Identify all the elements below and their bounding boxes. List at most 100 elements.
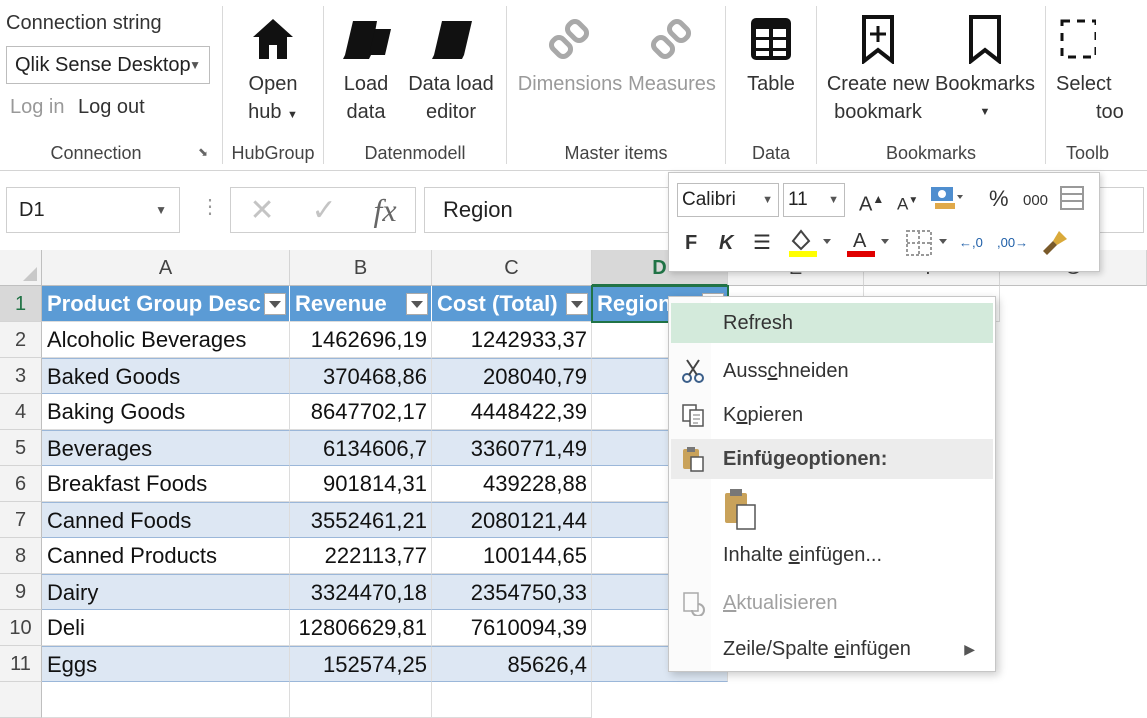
copy-menu-item[interactable]: Kopieren <box>671 395 993 435</box>
create-bookmark-button[interactable]: Create new bookmark <box>823 8 933 126</box>
product-cell[interactable]: Alcoholic Beverages <box>42 322 290 358</box>
cost-cell[interactable]: 7610094,39 <box>432 610 592 646</box>
product-cell[interactable]: Deli <box>42 610 290 646</box>
increase-font-icon[interactable]: A▲ <box>859 185 884 219</box>
revenue-cell[interactable]: 1462696,19 <box>290 322 432 358</box>
more-options-icon[interactable]: ⋮ <box>200 194 220 219</box>
font-size-select[interactable]: 11 ▼ <box>783 183 845 217</box>
italic-button[interactable]: K <box>719 229 733 257</box>
revenue-cell[interactable]: 152574,25 <box>290 646 432 682</box>
paste-button[interactable] <box>671 483 993 533</box>
product-cell[interactable]: Eggs <box>42 646 290 682</box>
enter-icon[interactable]: ✓ <box>311 193 336 228</box>
cost-cell[interactable]: 2080121,44 <box>432 502 592 538</box>
master-items-group-label: Master items <box>564 143 668 163</box>
row-number[interactable]: 5 <box>0 430 42 466</box>
revenue-cell[interactable]: 8647702,17 <box>290 394 432 430</box>
accounting-format-icon[interactable] <box>929 183 965 221</box>
row-number[interactable]: 8 <box>0 538 42 574</box>
column-header-c[interactable]: C <box>432 250 592 286</box>
row-number[interactable] <box>0 682 42 718</box>
open-hub-button[interactable]: Open hub ▼ <box>233 8 313 129</box>
product-cell[interactable]: Breakfast Foods <box>42 466 290 502</box>
product-cell[interactable]: Beverages <box>42 430 290 466</box>
cost-cell[interactable]: 439228,88 <box>432 466 592 502</box>
bookmark-icon <box>933 8 1037 70</box>
borders-icon[interactable] <box>903 227 949 267</box>
refresh-menu-item[interactable]: Refresh <box>671 303 993 343</box>
header-cell-product-group[interactable]: Product Group Desc <box>42 286 290 322</box>
increase-decimal-icon[interactable]: ←,0 <box>959 229 983 257</box>
row-number[interactable]: 11 <box>0 646 42 682</box>
revenue-cell[interactable]: 3552461,21 <box>290 502 432 538</box>
percent-style-button[interactable]: % <box>989 185 1009 213</box>
login-button[interactable]: Log in <box>10 96 65 119</box>
row-number[interactable]: 1 <box>0 286 42 322</box>
decrease-font-icon[interactable]: A▼ <box>897 187 918 219</box>
cost-cell[interactable]: 2354750,33 <box>432 574 592 610</box>
cut-menu-item[interactable]: Ausschneiden <box>671 351 993 391</box>
row-number[interactable]: 2 <box>0 322 42 358</box>
revenue-cell[interactable]: 12806629,81 <box>290 610 432 646</box>
table-format-icon[interactable] <box>1059 185 1085 219</box>
product-cell[interactable]: Canned Products <box>42 538 290 574</box>
create-bookmark-label-2: bookmark <box>834 101 922 123</box>
column-header-a[interactable]: A <box>42 250 290 286</box>
product-cell[interactable]: Baked Goods <box>42 358 290 394</box>
header-cell-cost[interactable]: Cost (Total) <box>432 286 592 322</box>
font-color-icon[interactable]: A <box>845 227 891 267</box>
row-number[interactable]: 3 <box>0 358 42 394</box>
font-select[interactable]: Calibri ▼ <box>677 183 779 217</box>
cost-cell[interactable]: 3360771,49 <box>432 430 592 466</box>
cost-cell[interactable]: 85626,4 <box>432 646 592 682</box>
row-number[interactable]: 10 <box>0 610 42 646</box>
align-center-icon[interactable]: ☰ <box>753 229 771 257</box>
load-data-button[interactable]: Load data <box>336 8 396 126</box>
fill-color-icon[interactable] <box>787 227 833 267</box>
filter-dropdown-button[interactable] <box>406 293 428 315</box>
filter-dropdown-button[interactable] <box>264 293 286 315</box>
logout-button[interactable]: Log out <box>78 96 145 119</box>
bookmarks-button[interactable]: Bookmarks ▼ <box>933 8 1037 126</box>
insert-row-column-menu-item[interactable]: Zeile/Spalte einfügen ▶ <box>671 629 993 669</box>
connection-select[interactable]: Qlik Sense Desktop ▼ <box>6 46 210 84</box>
product-cell[interactable]: Dairy <box>42 574 290 610</box>
select-tool-button[interactable]: Select too <box>1056 8 1136 126</box>
product-cell[interactable]: Baking Goods <box>42 394 290 430</box>
revenue-cell[interactable]: 6134606,7 <box>290 430 432 466</box>
cost-cell[interactable]: 4448422,39 <box>432 394 592 430</box>
column-header-b[interactable]: B <box>290 250 432 286</box>
row-number[interactable]: 6 <box>0 466 42 502</box>
cost-cell[interactable]: 1242933,37 <box>432 322 592 358</box>
bold-button[interactable]: F <box>685 229 697 257</box>
revenue-cell[interactable]: 222113,77 <box>290 538 432 574</box>
row-number[interactable]: 4 <box>0 394 42 430</box>
cancel-icon[interactable]: ✕ <box>249 193 274 228</box>
select-all-button[interactable] <box>0 250 42 286</box>
data-load-editor-button[interactable]: Data load editor <box>406 8 496 126</box>
cost-cell[interactable]: 208040,79 <box>432 358 592 394</box>
cost-cell[interactable]: 100144,65 <box>432 538 592 574</box>
table-button[interactable]: Table <box>738 8 804 98</box>
name-box[interactable]: D1 ▼ <box>6 187 180 233</box>
cost-cell[interactable] <box>432 682 592 718</box>
decrease-decimal-icon[interactable]: ,00→ <box>997 229 1028 257</box>
update-menu-item[interactable]: Aktualisieren <box>671 583 993 623</box>
measures-button[interactable]: Measures <box>625 8 719 98</box>
revenue-cell[interactable] <box>290 682 432 718</box>
filter-dropdown-button[interactable] <box>566 293 588 315</box>
revenue-cell[interactable]: 370468,86 <box>290 358 432 394</box>
dimensions-button[interactable]: Dimensions <box>515 8 625 98</box>
thousands-separator-button[interactable]: 000 <box>1023 187 1048 215</box>
dialog-launcher-icon[interactable]: ⬊ <box>198 145 208 159</box>
insert-function-button[interactable]: fx <box>373 192 396 229</box>
paste-special-menu-item[interactable]: Inhalte einfügen... <box>671 535 993 575</box>
format-painter-icon[interactable] <box>1039 227 1071 267</box>
header-cell-revenue[interactable]: Revenue <box>290 286 432 322</box>
product-cell[interactable] <box>42 682 290 718</box>
product-cell[interactable]: Canned Foods <box>42 502 290 538</box>
row-number[interactable]: 9 <box>0 574 42 610</box>
revenue-cell[interactable]: 3324470,18 <box>290 574 432 610</box>
row-number[interactable]: 7 <box>0 502 42 538</box>
revenue-cell[interactable]: 901814,31 <box>290 466 432 502</box>
